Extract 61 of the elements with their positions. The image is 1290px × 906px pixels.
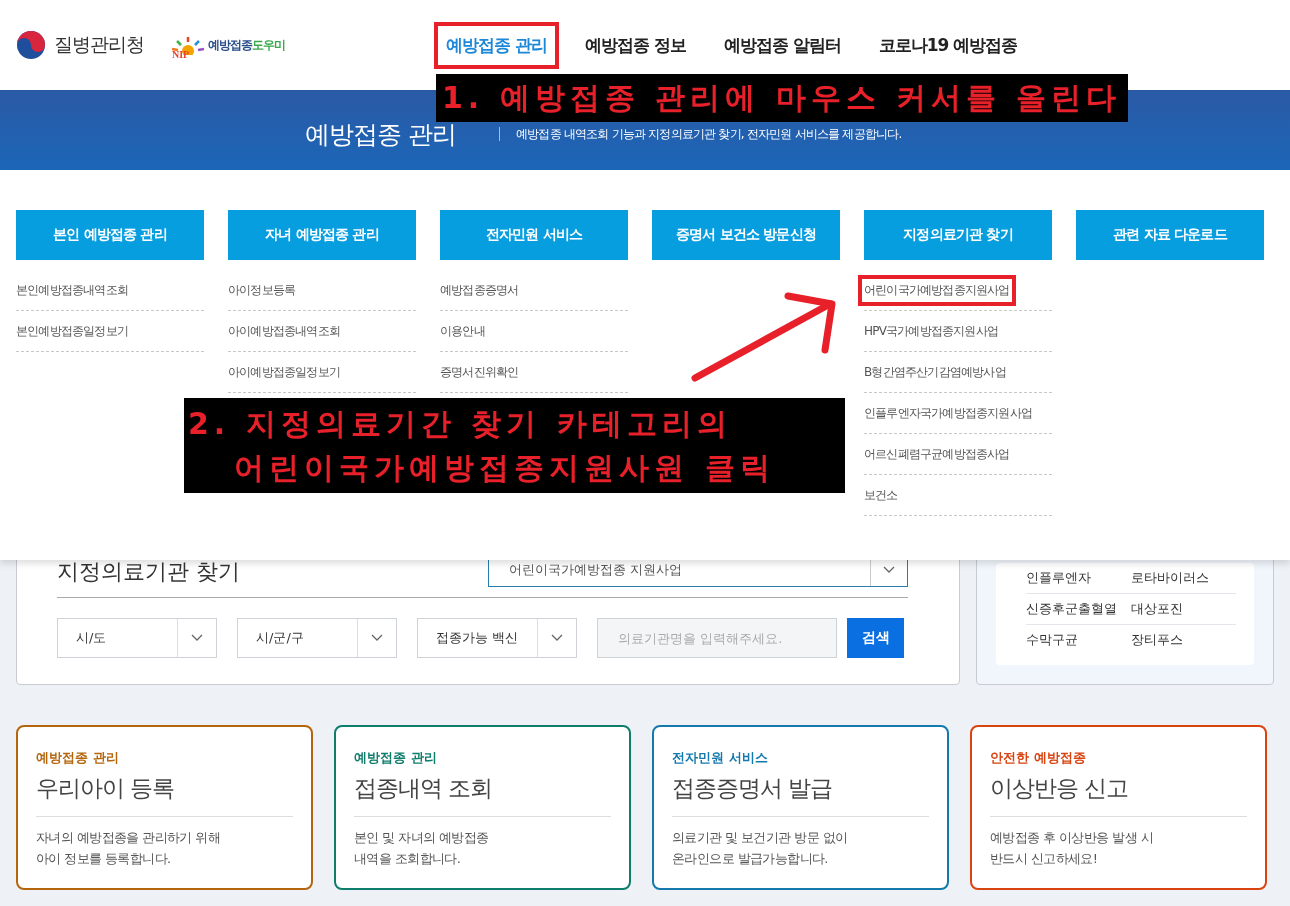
submenu-link[interactable]: 아이정보등록 [222, 274, 302, 306]
banner-description: 예방접종 내역조회 기능과 지정의료기관 찾기, 전자민원 서비스를 제공합니다. [515, 125, 902, 143]
chevron-down-icon [883, 566, 895, 574]
nav-link[interactable]: 코로나19 예방접종 [866, 21, 1030, 69]
annotation-label: 1. 예방접종 관리에 마우스 커서를 올린다 [436, 74, 1128, 122]
nav-link[interactable]: 예방접종 관리 [434, 21, 559, 69]
search-button[interactable]: 검색 [847, 618, 904, 658]
submenu-link[interactable]: 어린이국가예방접종지원사업 [858, 274, 1016, 306]
chevron-down-icon [191, 634, 203, 642]
emblem-icon [16, 30, 46, 60]
submenu-link[interactable]: 예방접종증명서 [434, 274, 525, 306]
submenu-link[interactable]: 아이예방접종내역조회 [222, 315, 346, 347]
card-title: 접종증명서 발급 [672, 774, 834, 803]
filter-select[interactable]: 시/도 [57, 618, 217, 658]
card-category: 예방접종 관리 [36, 749, 120, 767]
submenu-link[interactable]: 증명서진위확인 [434, 356, 525, 388]
disease-link[interactable]: 대상포진 [1131, 600, 1236, 618]
card-title: 접종내역 조회 [354, 774, 494, 803]
card-title: 이상반응 신고 [990, 774, 1130, 803]
submenu-link[interactable]: B형간염주산기감염예방사업 [858, 356, 1012, 388]
submenu-link[interactable]: 인플루엔자국가예방접종지원사업 [858, 397, 1038, 429]
search-field[interactable]: 의료기관명을 입력해주세요. [597, 618, 837, 658]
card-description: 내역을 조회합니다. [354, 850, 462, 868]
card-description: 반드시 신고하세요! [990, 850, 1099, 868]
card-description: 예방접종 후 이상반응 발생 시 [990, 829, 1154, 847]
card-category: 전자민원 서비스 [672, 749, 769, 767]
filter-select[interactable]: 시/군/구 [237, 618, 397, 658]
card-description: 본인 및 자녀의 예방접종 [354, 829, 490, 847]
chevron-down-icon [551, 634, 563, 642]
disease-link[interactable]: 로타바이러스 [1131, 569, 1236, 587]
card-category: 안전한 예방접종 [990, 749, 1087, 767]
submenu-link[interactable]: 본인예방접종내역조회 [10, 274, 134, 306]
service-card[interactable]: 예방접종 관리 우리아이 등록 자녀의 예방접종을 관리하기 위해 아이 정보를 등록합니다. [16, 725, 313, 890]
nav-link[interactable]: 예방접종 정보 [572, 21, 698, 69]
submenu-link[interactable]: 본인예방접종일정보기 [10, 315, 134, 347]
chevron-down-icon [371, 634, 383, 642]
filter-select[interactable]: 접종가능 백신 [417, 618, 577, 658]
nav-link[interactable]: 예방접종 알림터 [711, 21, 853, 69]
card-title: 우리아이 등록 [36, 774, 176, 803]
disease-link[interactable]: 수막구균 [1026, 631, 1131, 649]
agency-name[interactable]: 질병관리청 [54, 32, 144, 58]
card-description: 아이 정보를 등록합니다. [36, 850, 172, 868]
section-title: 지정의료기관 찾기 [57, 558, 240, 586]
annotation-label: 2. 지정의료기간 찾기 카테고리의 어린이국가예방접종지원사원 클릭 [184, 398, 845, 493]
site-logo-text[interactable]: 예방접종도우미 [208, 36, 285, 54]
submenu-link[interactable]: 이용안내 [434, 315, 491, 347]
disease-link[interactable]: 장티푸스 [1131, 631, 1236, 649]
submenu-link[interactable]: 어르신폐렴구균예방접종사업 [858, 438, 1016, 470]
submenu-link[interactable]: 아이예방접종일정보기 [222, 356, 346, 388]
logo-mark: NIP [172, 49, 190, 60]
submenu-link[interactable]: 보건소 [858, 479, 904, 511]
service-card[interactable]: 예방접종 관리 접종내역 조회 본인 및 자녀의 예방접종 내역을 조회합니다. [334, 725, 631, 890]
card-description: 자녀의 예방접종을 관리하기 위해 [36, 829, 222, 847]
service-card[interactable]: 전자민원 서비스 접종증명서 발급 의료기관 및 보건기관 방문 없이 온라인으로 발급가능합니다. [652, 725, 949, 890]
card-category: 예방접종 관리 [354, 749, 438, 767]
submenu-link[interactable]: HPV국가예방접종지원사업 [858, 315, 1005, 347]
disease-link[interactable]: 신증후군출혈열 [1026, 600, 1131, 618]
disease-link[interactable]: 인플루엔자 [1026, 569, 1131, 587]
service-card[interactable]: 안전한 예방접종 이상반응 신고 예방접종 후 이상반응 발생 시 반드시 신고하세요! [970, 725, 1267, 890]
card-description: 온라인으로 발급가능합니다. [672, 850, 829, 868]
card-description: 의료기관 및 보건기관 방문 없이 [672, 829, 849, 847]
